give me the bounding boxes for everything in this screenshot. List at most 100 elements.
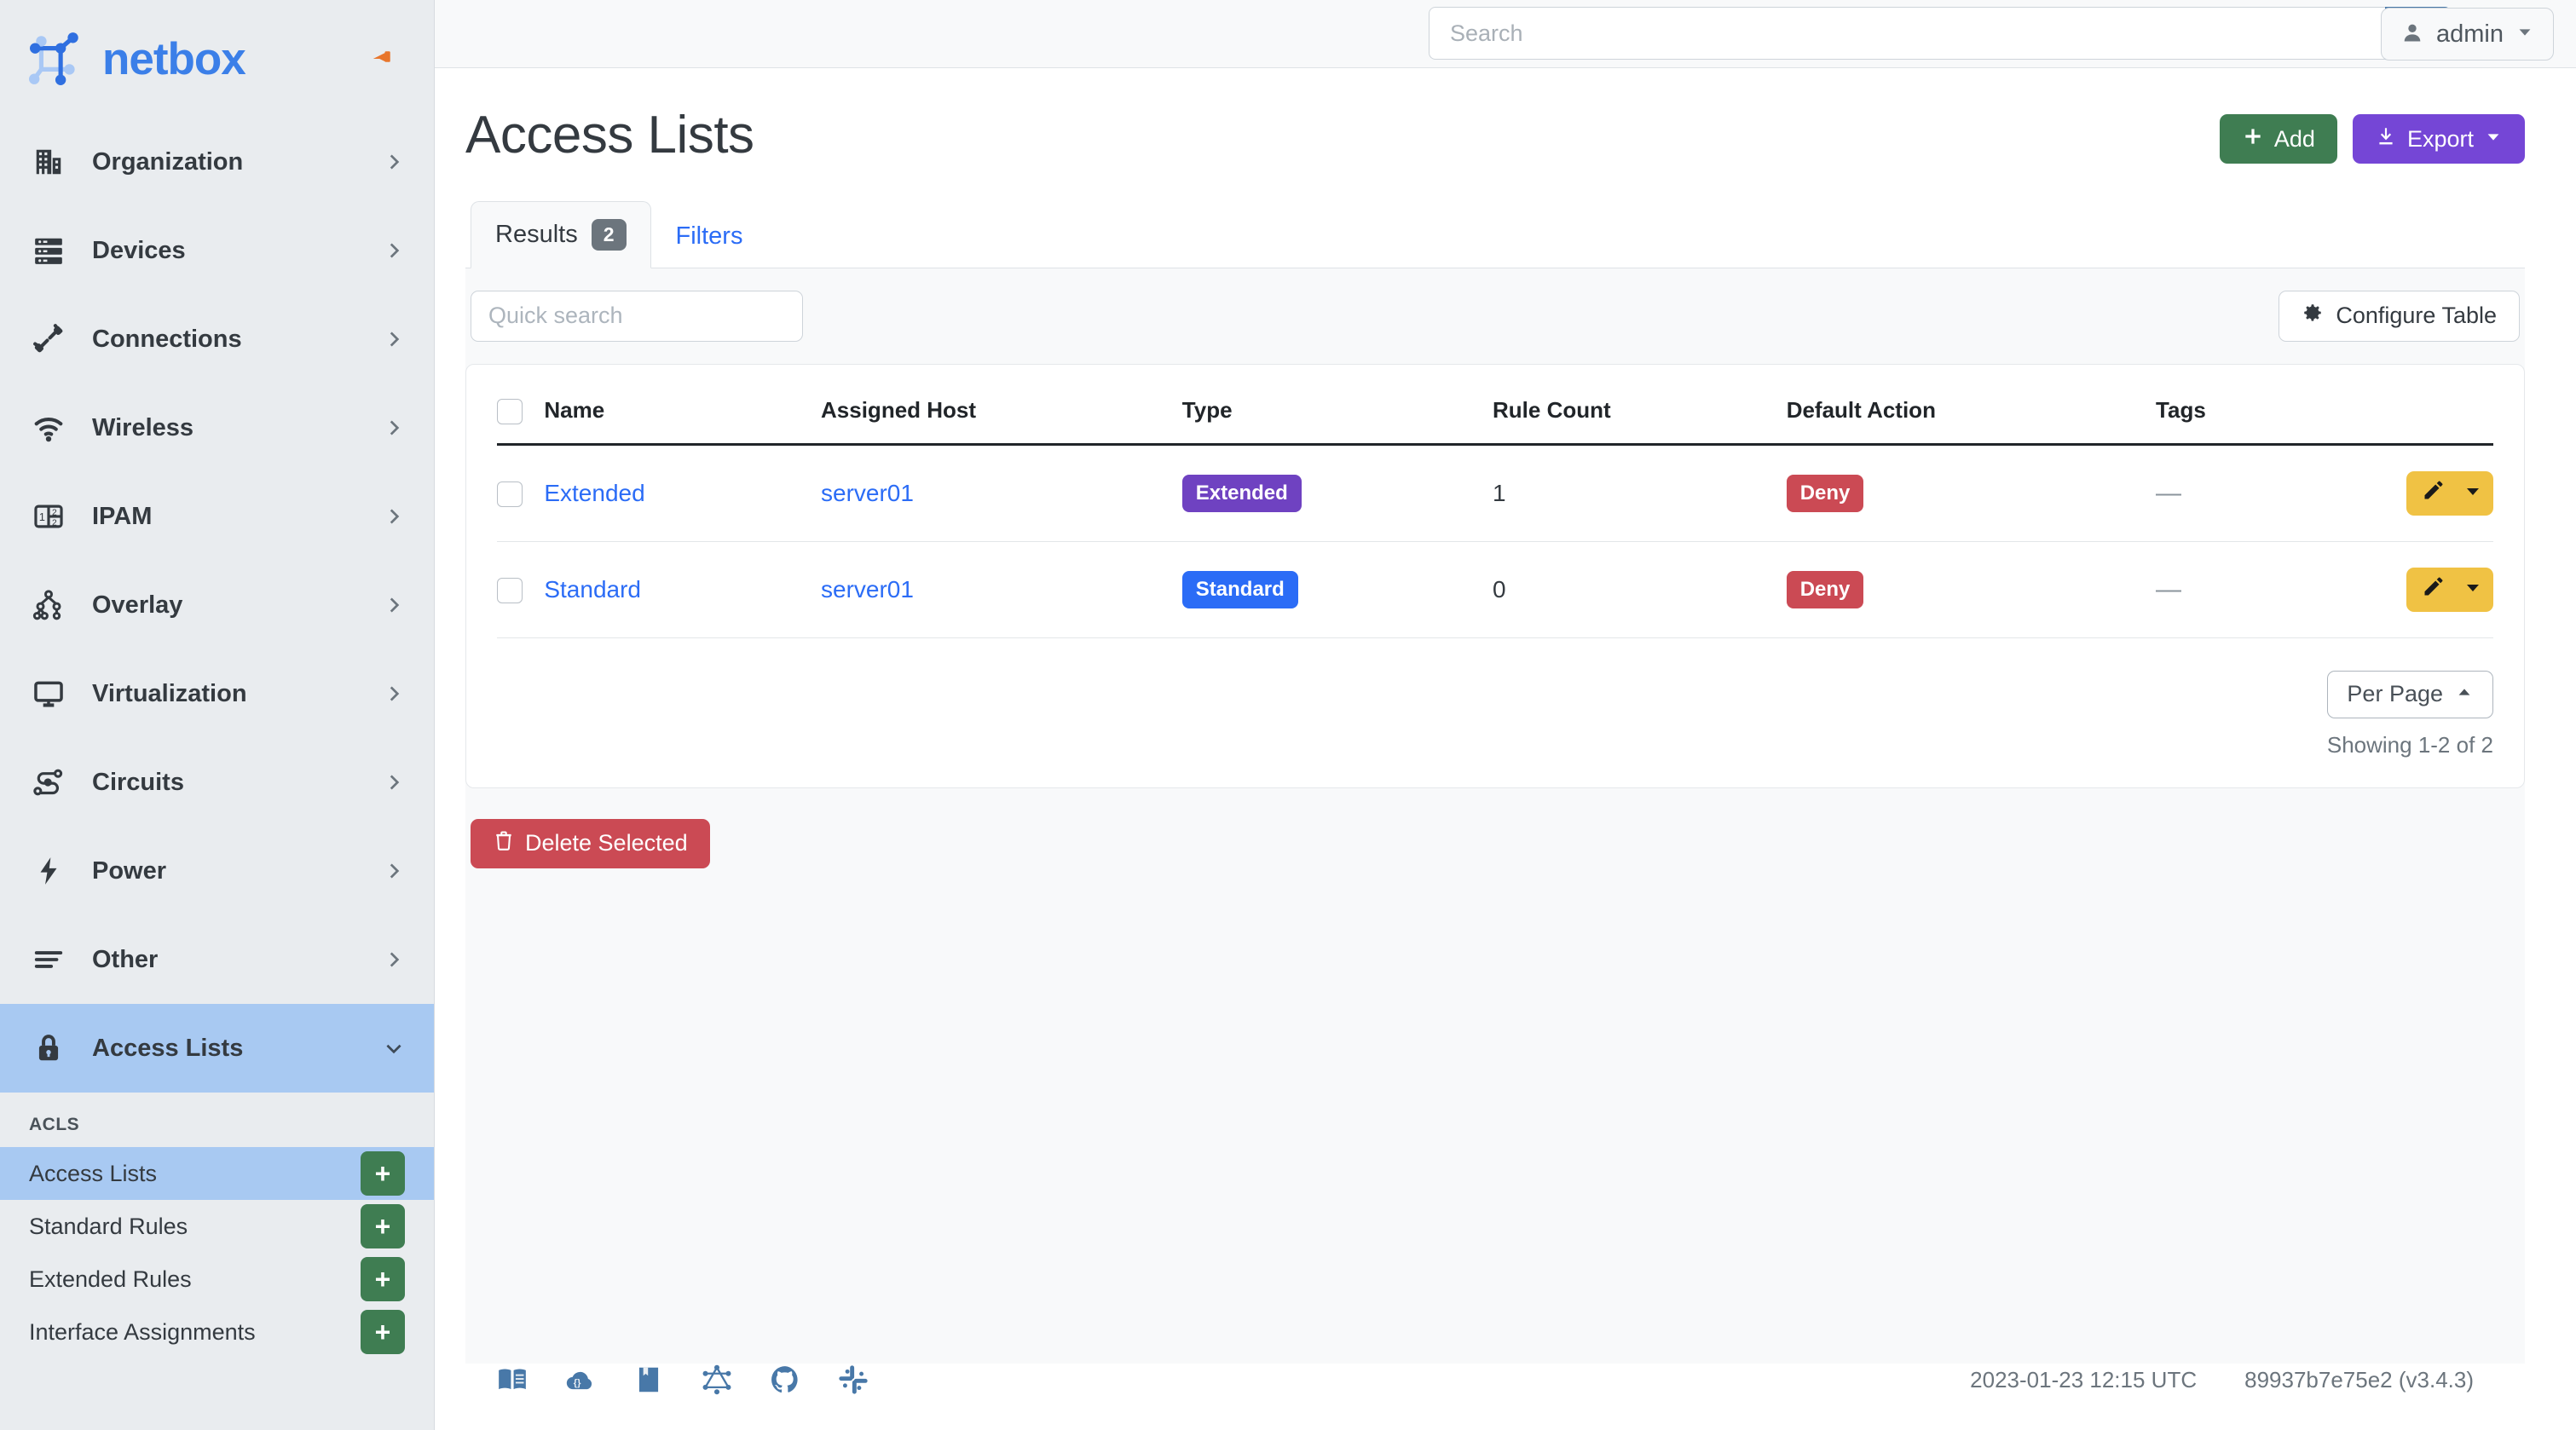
- row-checkbox[interactable]: [497, 481, 523, 507]
- cloud-api-icon[interactable]: {}: [564, 1364, 597, 1396]
- sidebar-item-acls-access-lists[interactable]: Access Lists +: [0, 1147, 434, 1200]
- pencil-icon[interactable]: [2422, 574, 2446, 604]
- lock-icon: [29, 1029, 68, 1068]
- chevron-right-icon: [383, 505, 405, 528]
- configure-table-button[interactable]: Configure Table: [2279, 291, 2520, 342]
- bookmark-icon[interactable]: [632, 1364, 665, 1396]
- main-navigation: Organization: [0, 118, 434, 1430]
- tab-results[interactable]: Results 2: [471, 201, 651, 268]
- sidebar-item-power[interactable]: Power: [0, 827, 434, 915]
- sidebar-section-title: ACLS: [0, 1093, 434, 1147]
- sidebar-item-label: Circuits: [92, 769, 184, 797]
- trash-icon: [493, 829, 515, 857]
- sidebar-item-standard-rules[interactable]: Standard Rules +: [0, 1200, 434, 1253]
- add-button[interactable]: Add: [2220, 114, 2337, 164]
- sidebar-item-interface-assignments[interactable]: Interface Assignments +: [0, 1306, 434, 1358]
- sidebar-item-label: Other: [92, 946, 158, 974]
- type-badge: Extended: [1182, 475, 1302, 512]
- cell-assigned-host: server01: [821, 541, 1182, 637]
- column-header-default-action[interactable]: Default Action: [1787, 365, 2156, 445]
- sidebar-item-circuits[interactable]: Circuits: [0, 738, 434, 827]
- sidebar-item-devices[interactable]: Devices: [0, 206, 434, 295]
- svg-text:2: 2: [52, 518, 57, 528]
- sidebar-item-organization[interactable]: Organization: [0, 118, 434, 206]
- bulk-actions: Delete Selected: [465, 788, 2525, 868]
- graphql-icon[interactable]: [701, 1364, 733, 1396]
- row-checkbox[interactable]: [497, 578, 523, 603]
- plus-icon: [2242, 125, 2264, 153]
- cell-assigned-host: server01: [821, 444, 1182, 541]
- column-header-type[interactable]: Type: [1182, 365, 1493, 445]
- sidebar-item-virtualization[interactable]: Virtualization: [0, 649, 434, 738]
- search-input[interactable]: [1429, 7, 2385, 60]
- caret-up-icon: [2455, 681, 2474, 707]
- delete-selected-button[interactable]: Delete Selected: [471, 819, 710, 868]
- cell-type: Extended: [1182, 444, 1493, 541]
- table-row: Standard server01 Standard 0: [497, 541, 2493, 637]
- pin-icon[interactable]: [366, 42, 400, 76]
- quick-search-input[interactable]: [471, 291, 803, 342]
- pencil-icon[interactable]: [2422, 478, 2446, 508]
- select-all-header: [497, 365, 544, 445]
- caret-down-icon[interactable]: [2463, 480, 2483, 507]
- select-all-checkbox[interactable]: [497, 399, 523, 424]
- column-header-assigned-host[interactable]: Assigned Host: [821, 365, 1182, 445]
- pagination: Per Page Showing 1-2 of 2: [497, 638, 2493, 787]
- assigned-host-link[interactable]: server01: [821, 480, 914, 506]
- monitor-icon: [29, 674, 68, 713]
- showing-count: Showing 1-2 of 2: [497, 732, 2493, 758]
- access-lists-table: Name Assigned Host Type Rule Count Defau…: [497, 365, 2493, 638]
- assigned-host-link[interactable]: server01: [821, 576, 914, 603]
- svg-text:{}: {}: [574, 1378, 581, 1388]
- results-count-badge: 2: [592, 219, 627, 251]
- person-icon: [2400, 20, 2424, 49]
- sidebar-item-access-lists[interactable]: Access Lists: [0, 1004, 434, 1093]
- access-list-link[interactable]: Extended: [544, 480, 644, 506]
- table-body: Extended server01 Extended 1: [497, 444, 2493, 637]
- add-access-list-button[interactable]: +: [361, 1151, 405, 1196]
- tab-filters-label: Filters: [676, 222, 743, 251]
- add-extended-rule-button[interactable]: +: [361, 1257, 405, 1301]
- table-header-row: Name Assigned Host Type Rule Count Defau…: [497, 365, 2493, 445]
- sidebar-item-other[interactable]: Other: [0, 915, 434, 1004]
- per-page-label: Per Page: [2347, 681, 2443, 707]
- chevron-right-icon: [383, 683, 405, 705]
- svg-text:1: 1: [39, 511, 45, 523]
- sidebar-item-wireless[interactable]: Wireless: [0, 383, 434, 472]
- access-list-link[interactable]: Standard: [544, 576, 641, 603]
- row-select-cell: [497, 444, 544, 541]
- row-actions-group[interactable]: [2406, 568, 2493, 612]
- column-header-rule-count[interactable]: Rule Count: [1493, 365, 1787, 445]
- type-badge: Standard: [1182, 571, 1298, 608]
- configure-table-label: Configure Table: [2336, 303, 2497, 329]
- cell-rule-count: 0: [1493, 541, 1787, 637]
- sidebar-item-extended-rules[interactable]: Extended Rules +: [0, 1253, 434, 1306]
- chevron-right-icon: [383, 239, 405, 262]
- sidebar-item-ipam[interactable]: 1 2 2 IPAM: [0, 472, 434, 561]
- chevron-right-icon: [383, 594, 405, 616]
- column-header-name[interactable]: Name: [544, 365, 821, 445]
- footer-version: 89937b7e75e2 (v3.4.3): [2244, 1367, 2474, 1393]
- user-menu-button[interactable]: admin: [2381, 8, 2554, 61]
- add-interface-assignment-button[interactable]: +: [361, 1310, 405, 1354]
- sidebar-item-overlay[interactable]: Overlay: [0, 561, 434, 649]
- caret-down-icon[interactable]: [2463, 576, 2483, 603]
- tab-filters[interactable]: Filters: [651, 205, 768, 268]
- results-panel: Configure Table Name Assigned Host: [465, 268, 2525, 1364]
- brand-name: netbox: [102, 33, 245, 85]
- sidebar-item-connections[interactable]: Connections: [0, 295, 434, 383]
- export-button[interactable]: Export: [2353, 114, 2525, 164]
- add-standard-rule-button[interactable]: +: [361, 1204, 405, 1248]
- page-actions: Add Export: [2220, 109, 2525, 164]
- github-icon[interactable]: [769, 1364, 801, 1396]
- wifi-icon: [29, 408, 68, 447]
- per-page-button[interactable]: Per Page: [2327, 671, 2493, 718]
- book-icon[interactable]: [496, 1364, 528, 1396]
- column-header-tags[interactable]: Tags: [2156, 365, 2406, 445]
- slack-icon[interactable]: [837, 1364, 869, 1396]
- row-actions-group[interactable]: [2406, 471, 2493, 516]
- table-row: Extended server01 Extended 1: [497, 444, 2493, 541]
- sidebar-item-label: Wireless: [92, 414, 193, 442]
- netbox-logo-icon: [29, 31, 85, 87]
- results-card: Name Assigned Host Type Rule Count Defau…: [465, 364, 2525, 788]
